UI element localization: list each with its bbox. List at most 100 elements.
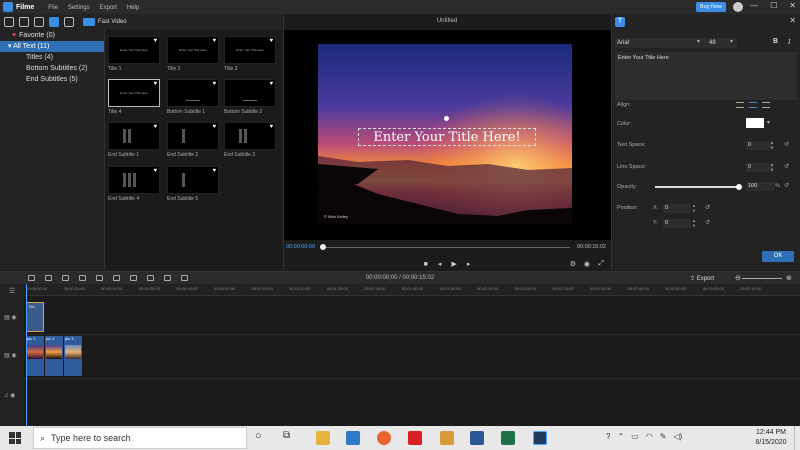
word-icon[interactable] xyxy=(470,431,484,445)
close-window-icon[interactable]: ✕ xyxy=(789,1,796,10)
favorite-heart-icon[interactable]: ♥ xyxy=(153,124,157,130)
cortana-icon[interactable]: ○ xyxy=(255,430,262,442)
show-desktop-button[interactable] xyxy=(794,426,800,450)
favorite-heart-icon[interactable]: ♥ xyxy=(153,81,157,87)
mail-icon[interactable] xyxy=(346,431,360,445)
color-swatch[interactable] xyxy=(746,118,764,128)
scrub-knob[interactable] xyxy=(320,244,326,250)
zoom-slider[interactable] xyxy=(742,278,782,279)
play-icon[interactable]: ▶ xyxy=(451,260,456,268)
favorite-heart-icon[interactable]: ♥ xyxy=(212,38,216,44)
italic-button[interactable]: I xyxy=(788,38,790,46)
favorite-heart-icon[interactable]: ♥ xyxy=(269,81,273,87)
opacity-slider[interactable] xyxy=(655,184,742,190)
nav-favorite[interactable]: ♥ Favorite (0) xyxy=(0,30,104,41)
user-account-icon[interactable] xyxy=(733,2,743,12)
media-tab-icon[interactable] xyxy=(4,17,14,27)
font-dropdown-icon[interactable]: ▾ xyxy=(697,38,700,45)
menu-settings[interactable]: Settings xyxy=(68,5,90,11)
align-right-icon[interactable] xyxy=(762,102,770,108)
menu-file[interactable]: File xyxy=(48,5,58,11)
text-tab-icon[interactable] xyxy=(49,17,59,27)
minimize-icon[interactable]: — xyxy=(750,1,758,10)
menu-export[interactable]: Export xyxy=(100,5,117,11)
position-y-reset-icon[interactable]: ↺ xyxy=(705,219,710,226)
position-y-stepper-icon[interactable]: ▲ ▼ xyxy=(692,218,696,228)
taskbar-clock[interactable]: 12:44 PM 8/15/2020 xyxy=(748,428,794,448)
prev-frame-icon[interactable]: ◂ xyxy=(438,260,442,268)
opacity-reset-icon[interactable]: ↺ xyxy=(784,182,789,189)
stickers-tab-icon[interactable] xyxy=(64,17,74,27)
nav-bottom-subtitles[interactable]: Bottom Subtitles (2) xyxy=(0,63,104,74)
export-button[interactable]: ⇪ Export xyxy=(690,275,714,282)
favorite-heart-icon[interactable]: ♥ xyxy=(153,168,157,174)
file-explorer-icon[interactable] xyxy=(316,431,330,445)
next-frame-icon[interactable]: ▸ xyxy=(467,260,471,268)
position-x-reset-icon[interactable]: ↺ xyxy=(705,204,710,211)
library-thumb[interactable]: ♥ xyxy=(108,166,160,194)
stop-icon[interactable]: ■ xyxy=(424,261,428,268)
favorite-heart-icon[interactable]: ♥ xyxy=(212,124,216,130)
library-thumb[interactable]: ♥ xyxy=(167,166,219,194)
wifi-icon[interactable]: ◠ xyxy=(646,432,653,441)
netflix-icon[interactable] xyxy=(408,431,422,445)
tray-expand-icon[interactable]: ⌃ xyxy=(617,432,624,441)
fullscreen-icon[interactable]: ⤢ xyxy=(598,260,604,268)
position-x-input[interactable]: 0 xyxy=(663,204,691,213)
effects-tab-icon[interactable] xyxy=(19,17,29,27)
windows-start-icon[interactable] xyxy=(9,432,21,444)
transitions-tab-icon[interactable] xyxy=(34,17,44,27)
zoom-in-icon[interactable]: ⊕ xyxy=(786,274,792,282)
filme-taskbar-icon[interactable] xyxy=(533,431,547,445)
playhead[interactable] xyxy=(26,284,27,426)
fast-video-button[interactable]: Fast Video xyxy=(83,18,127,26)
taskbar-search-input[interactable]: ⌕ Type here to search xyxy=(33,427,247,449)
favorite-heart-icon[interactable]: ♥ xyxy=(212,81,216,87)
size-dropdown-icon[interactable]: ▾ xyxy=(730,38,733,45)
favorite-heart-icon[interactable]: ♥ xyxy=(212,168,216,174)
library-thumb[interactable]: ♥ xyxy=(108,122,160,150)
title-text-input[interactable]: Enter Your Title Here xyxy=(615,52,797,100)
library-thumb[interactable]: ♥ xyxy=(167,122,219,150)
notes-app-icon[interactable] xyxy=(440,431,454,445)
text-space-reset-icon[interactable]: ↺ xyxy=(784,141,789,148)
nav-all-text[interactable]: ▾ All Text (11) xyxy=(0,41,104,52)
timeline-ruler[interactable]: 00:00:00:00 00:00:10:00 00:00:20:00 00:00:3… xyxy=(24,284,800,296)
video-clip[interactable]: pic 2 xyxy=(45,336,63,376)
video-clip[interactable]: pic 3 xyxy=(64,336,82,376)
menu-help[interactable]: Help xyxy=(127,5,139,11)
snapshot-icon[interactable]: ◉ xyxy=(584,260,590,268)
rotate-handle-icon[interactable] xyxy=(444,116,449,121)
nav-end-subtitles[interactable]: End Subtitles (5) xyxy=(0,74,104,85)
maximize-icon[interactable]: ☐ xyxy=(770,1,777,10)
volume-icon[interactable]: ◁) xyxy=(673,432,682,441)
line-space-stepper-icon[interactable]: ▲ ▼ xyxy=(770,162,774,172)
scrub-track[interactable] xyxy=(322,247,570,248)
position-y-input[interactable]: 0 xyxy=(663,219,691,228)
ok-button[interactable]: OK xyxy=(762,251,794,262)
align-center-icon[interactable] xyxy=(749,102,757,108)
video-clip[interactable]: pic 1 xyxy=(26,336,44,376)
position-x-stepper-icon[interactable]: ▲ ▼ xyxy=(692,203,696,213)
close-panel-icon[interactable]: ✕ xyxy=(789,16,796,25)
library-thumb[interactable]: ♥ Enter Your Title Here xyxy=(167,36,219,64)
library-thumb[interactable]: ♥ xyxy=(224,79,276,107)
library-thumb[interactable]: ♥ Enter Your Title Here xyxy=(224,36,276,64)
battery-icon[interactable]: ▭ xyxy=(631,432,639,441)
pen-icon[interactable]: ✎ xyxy=(660,432,667,441)
library-thumb[interactable]: ♥ Enter Your Title Here xyxy=(108,36,160,64)
bold-button[interactable]: B xyxy=(773,38,778,45)
nav-titles[interactable]: Titles (4) xyxy=(0,52,104,63)
help-icon[interactable]: ? xyxy=(606,432,610,441)
favorite-heart-icon[interactable]: ♥ xyxy=(269,124,273,130)
task-view-icon[interactable]: ⧉ xyxy=(283,430,290,441)
excel-icon[interactable] xyxy=(501,431,515,445)
text-space-stepper-icon[interactable]: ▲ ▼ xyxy=(770,140,774,150)
library-thumb[interactable]: ♥ xyxy=(224,122,276,150)
title-clip[interactable]: Title xyxy=(26,302,44,332)
favorite-heart-icon[interactable]: ♥ xyxy=(153,38,157,44)
library-thumb[interactable]: ♥ xyxy=(167,79,219,107)
buy-now-button[interactable]: Buy Now xyxy=(696,2,726,12)
zoom-out-icon[interactable]: ⊖ xyxy=(735,274,741,282)
color-dropdown-icon[interactable]: ▾ xyxy=(767,119,770,126)
